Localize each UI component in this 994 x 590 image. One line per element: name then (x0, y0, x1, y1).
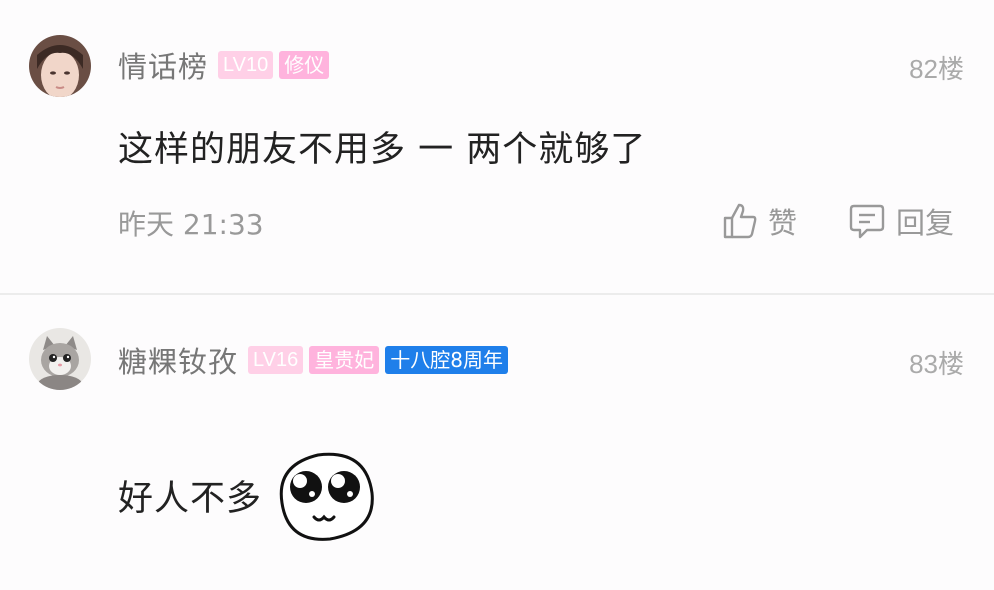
username[interactable]: 糖粿钕孜 (118, 339, 238, 381)
post-item: 糖粿钕孜 LV16 皇贵妃 十八腔8周年 83楼 好人不多 (0, 295, 994, 590)
anniversary-badge: 十八腔8周年 (385, 346, 508, 374)
post-text: 好人不多 (118, 478, 263, 519)
woman-portrait-icon (29, 35, 91, 97)
kitten-icon (29, 328, 91, 390)
post-content: 这样的朋友不用多 一 两个就够了 (118, 130, 647, 170)
reply-label: 回复 (896, 206, 955, 240)
timestamp: 昨天 21:33 (118, 208, 264, 241)
floor-number: 83楼 (909, 349, 964, 379)
reply-button[interactable]: 回复 (848, 200, 954, 242)
post-header: 糖粿钕孜 LV16 皇贵妃 十八腔8周年 (118, 343, 514, 379)
title-badge: 皇贵妃 (309, 346, 380, 374)
comment-bubble-icon (849, 204, 885, 239)
floor-number: 82楼 (909, 54, 964, 84)
username[interactable]: 情话榜 (118, 44, 208, 86)
post-content: 好人不多 (118, 445, 380, 545)
level-badge: LV10 (218, 51, 274, 79)
post-header: 情话榜 LV10 修仪 (118, 48, 335, 84)
avatar[interactable] (29, 328, 91, 390)
level-badge: LV16 (248, 346, 304, 374)
thumbs-up-icon (723, 203, 757, 239)
like-label: 赞 (768, 206, 798, 240)
post-item: 情话榜 LV10 修仪 82楼 这样的朋友不用多 一 两个就够了 昨天 21:3… (0, 0, 994, 293)
avatar[interactable] (29, 35, 91, 97)
cute-face-emoji-icon (268, 445, 380, 545)
title-badge: 修仪 (279, 51, 330, 79)
like-button[interactable]: 赞 (722, 200, 797, 242)
